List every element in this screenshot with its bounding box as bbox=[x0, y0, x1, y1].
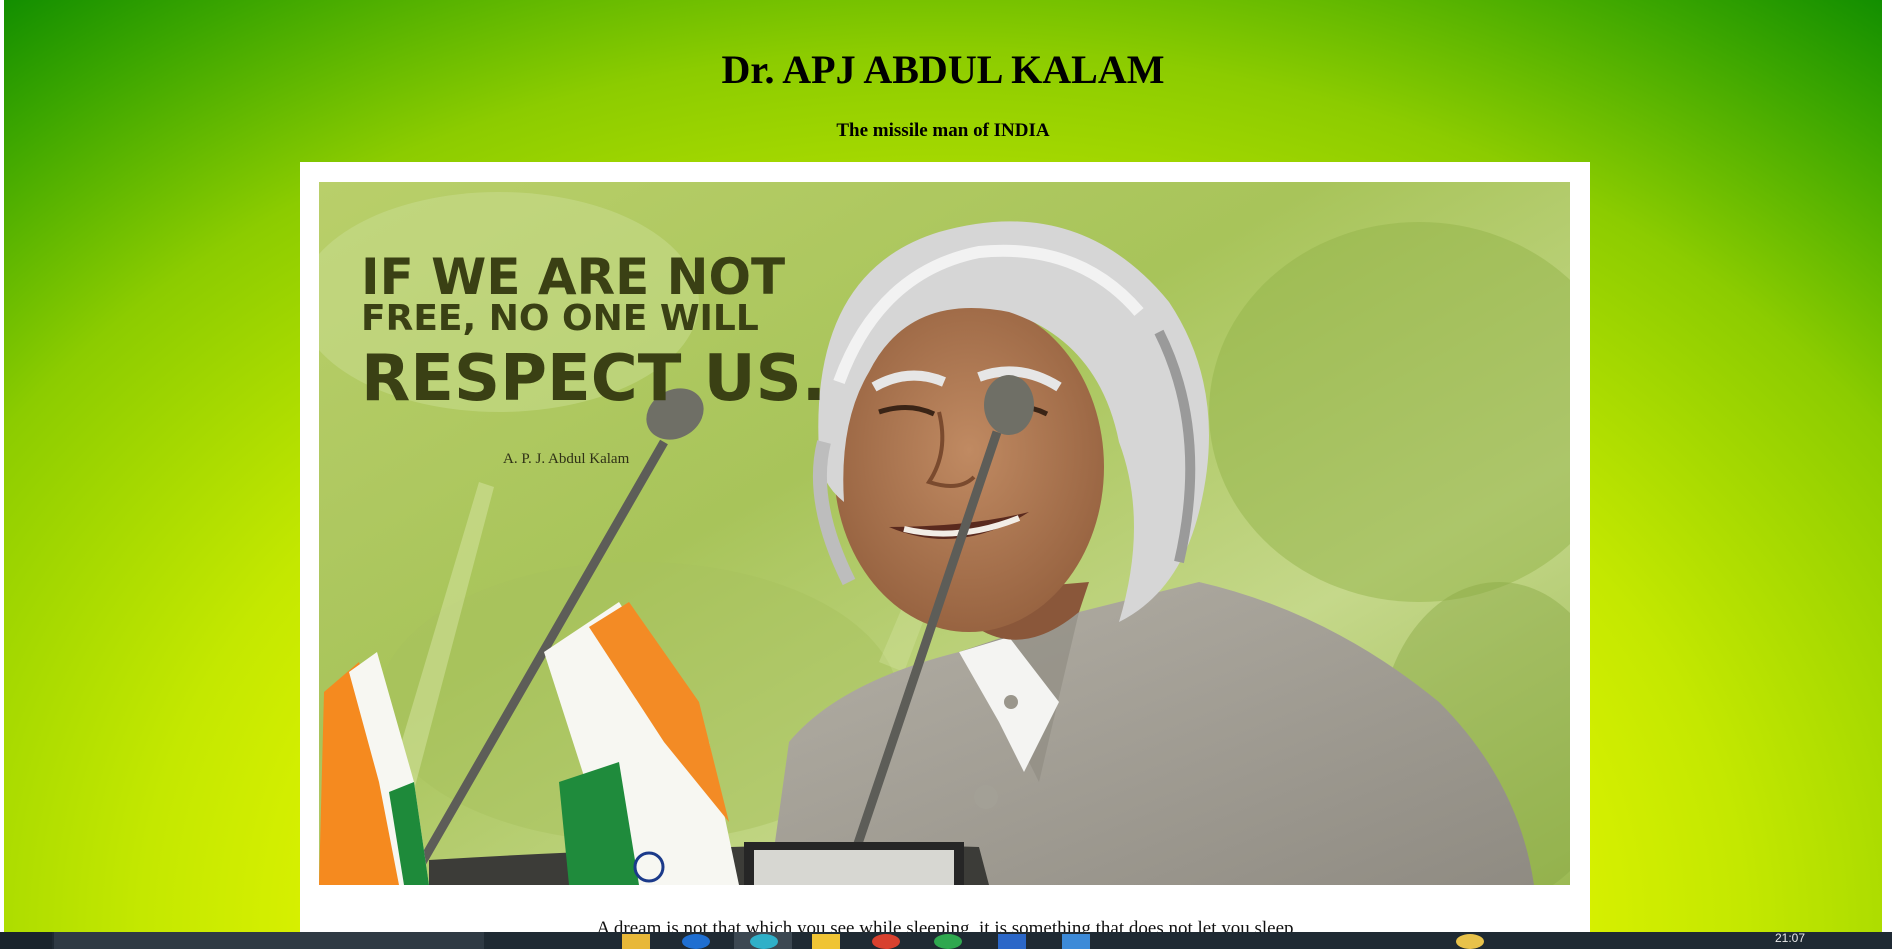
quote-line-2: FREE, NO ONE WILL bbox=[361, 298, 759, 339]
edge-icon[interactable] bbox=[682, 934, 710, 949]
web-page: Dr. APJ ABDUL KALAM The missile man of I… bbox=[4, 0, 1882, 932]
kalam-quote-image: IF WE ARE NOT FREE, NO ONE WILL RESPECT … bbox=[319, 182, 1570, 885]
taskbar-clock[interactable]: 21:07 bbox=[1775, 932, 1805, 944]
tray-icon[interactable] bbox=[1456, 934, 1484, 949]
browser-icon[interactable] bbox=[750, 934, 778, 949]
image-card: IF WE ARE NOT FREE, NO ONE WILL RESPECT … bbox=[300, 162, 1590, 932]
quote-attribution: A. P. J. Abdul Kalam bbox=[503, 451, 630, 467]
word-icon[interactable] bbox=[998, 934, 1026, 949]
taskbar-search-box[interactable] bbox=[54, 932, 484, 949]
start-button[interactable] bbox=[0, 932, 52, 949]
file-explorer-icon[interactable] bbox=[622, 934, 650, 949]
page-title: Dr. APJ ABDUL KALAM bbox=[721, 47, 1165, 92]
chrome-icon[interactable] bbox=[934, 934, 962, 949]
page-subtitle: The missile man of INDIA bbox=[836, 120, 1050, 141]
app-blue-icon[interactable] bbox=[1062, 934, 1090, 949]
quote-line-3: RESPECT US. bbox=[361, 342, 826, 416]
folder-icon[interactable] bbox=[812, 934, 840, 949]
taskbar: 21:07 bbox=[0, 932, 1892, 949]
app-red-icon[interactable] bbox=[872, 934, 900, 949]
quote-caption: A dream is not that which you see while … bbox=[596, 918, 1294, 932]
task-view-icon[interactable] bbox=[506, 934, 534, 949]
